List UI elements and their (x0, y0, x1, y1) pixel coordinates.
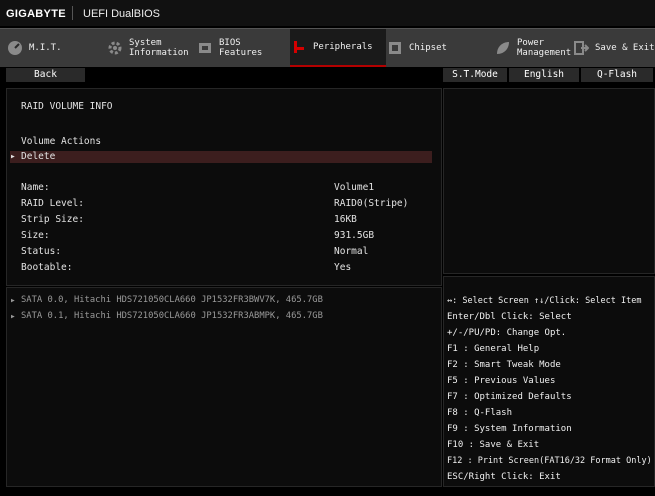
help-line: F12 : Print Screen(FAT16/32 Format Only) (447, 456, 652, 466)
leaf-icon (494, 39, 512, 57)
field-label: Bootable: (21, 262, 73, 273)
tab-label: System Information (129, 38, 189, 58)
help-line: F7 : Optimized Defaults (447, 392, 572, 402)
field-label: Strip Size: (21, 214, 84, 225)
tab-power-management[interactable]: Power Management (494, 29, 574, 67)
help-line: ↔: Select Screen ↑↓/Click: Select Item (447, 296, 642, 306)
caret-right-icon: ▸ (10, 311, 16, 322)
language-button[interactable]: English (509, 68, 579, 82)
chipset-icon (386, 39, 404, 57)
delete-row[interactable] (10, 151, 432, 163)
field-value: RAID0(Stripe) (334, 198, 409, 209)
plug-icon (290, 38, 308, 56)
tab-mit[interactable]: M.I.T. (6, 29, 92, 67)
caret-right-icon: ▸ (10, 151, 16, 162)
gauge-icon (6, 39, 24, 57)
field-value: Normal (334, 246, 369, 257)
tab-chipset[interactable]: Chipset (386, 29, 478, 67)
gear-icon (106, 39, 124, 57)
tab-peripherals[interactable]: Peripherals (290, 29, 386, 67)
help-line: F5 : Previous Values (447, 376, 556, 386)
help-line: Enter/Dbl Click: Select (447, 312, 572, 322)
field-value: 16KB (334, 214, 357, 225)
tab-label: Peripherals (313, 42, 373, 52)
bios-chip-icon (196, 39, 214, 57)
divider (72, 6, 73, 20)
bios-mode-label: UEFI DualBIOS (83, 8, 161, 20)
help-line: F10 : Save & Exit (447, 440, 540, 450)
caret-right-icon: ▸ (10, 295, 16, 306)
title-bar: GIGABYTE UEFI DualBIOS (0, 0, 655, 26)
field-label: Name: (21, 182, 50, 193)
section-title: RAID VOLUME INFO (21, 101, 113, 112)
field-label: Status: (21, 246, 62, 257)
tab-bios-features[interactable]: BIOS Features (196, 29, 284, 67)
field-value: Volume1 (334, 182, 375, 193)
tab-label: Power Management (517, 38, 572, 58)
tab-label: BIOS Features (219, 38, 263, 58)
field-label: RAID Level: (21, 198, 84, 209)
raid-info-panel (6, 88, 442, 286)
qflash-button[interactable]: Q-Flash (581, 68, 653, 82)
volume-actions-heading: Volume Actions (21, 136, 102, 147)
tab-label: Save & Exit (595, 43, 655, 53)
main-menu: M.I.T. System Information BIOS Features … (0, 28, 655, 68)
help-line: F8 : Q-Flash (447, 408, 513, 418)
help-line: F1 : General Help (447, 344, 540, 354)
help-line: +/-/PU/PD: Change Opt. (447, 328, 567, 338)
help-line: F9 : System Information (447, 424, 572, 434)
field-value: 931.5GB (334, 230, 375, 241)
description-panel (443, 88, 655, 274)
sub-toolbar: Back S.T.Mode English Q-Flash (0, 67, 655, 83)
back-button[interactable]: Back (6, 68, 85, 82)
delete-action[interactable]: Delete (21, 151, 55, 162)
st-mode-button[interactable]: S.T.Mode (443, 68, 507, 82)
tab-label: Chipset (409, 43, 447, 53)
brand-logo: GIGABYTE (6, 8, 66, 20)
help-line: ESC/Right Click: Exit (447, 472, 561, 482)
exit-icon (572, 39, 590, 57)
disk-item[interactable]: SATA 0.0, Hitachi HDS721050CLA660 JP1532… (21, 295, 323, 305)
disk-item[interactable]: SATA 0.1, Hitachi HDS721050CLA660 JP1532… (21, 311, 323, 321)
tab-save-exit[interactable]: Save & Exit (572, 29, 655, 67)
field-label: Size: (21, 230, 50, 241)
tab-system-information[interactable]: System Information (106, 29, 198, 67)
tab-label: M.I.T. (29, 43, 62, 53)
help-line: F2 : Smart Tweak Mode (447, 360, 561, 370)
field-value: Yes (334, 262, 352, 273)
